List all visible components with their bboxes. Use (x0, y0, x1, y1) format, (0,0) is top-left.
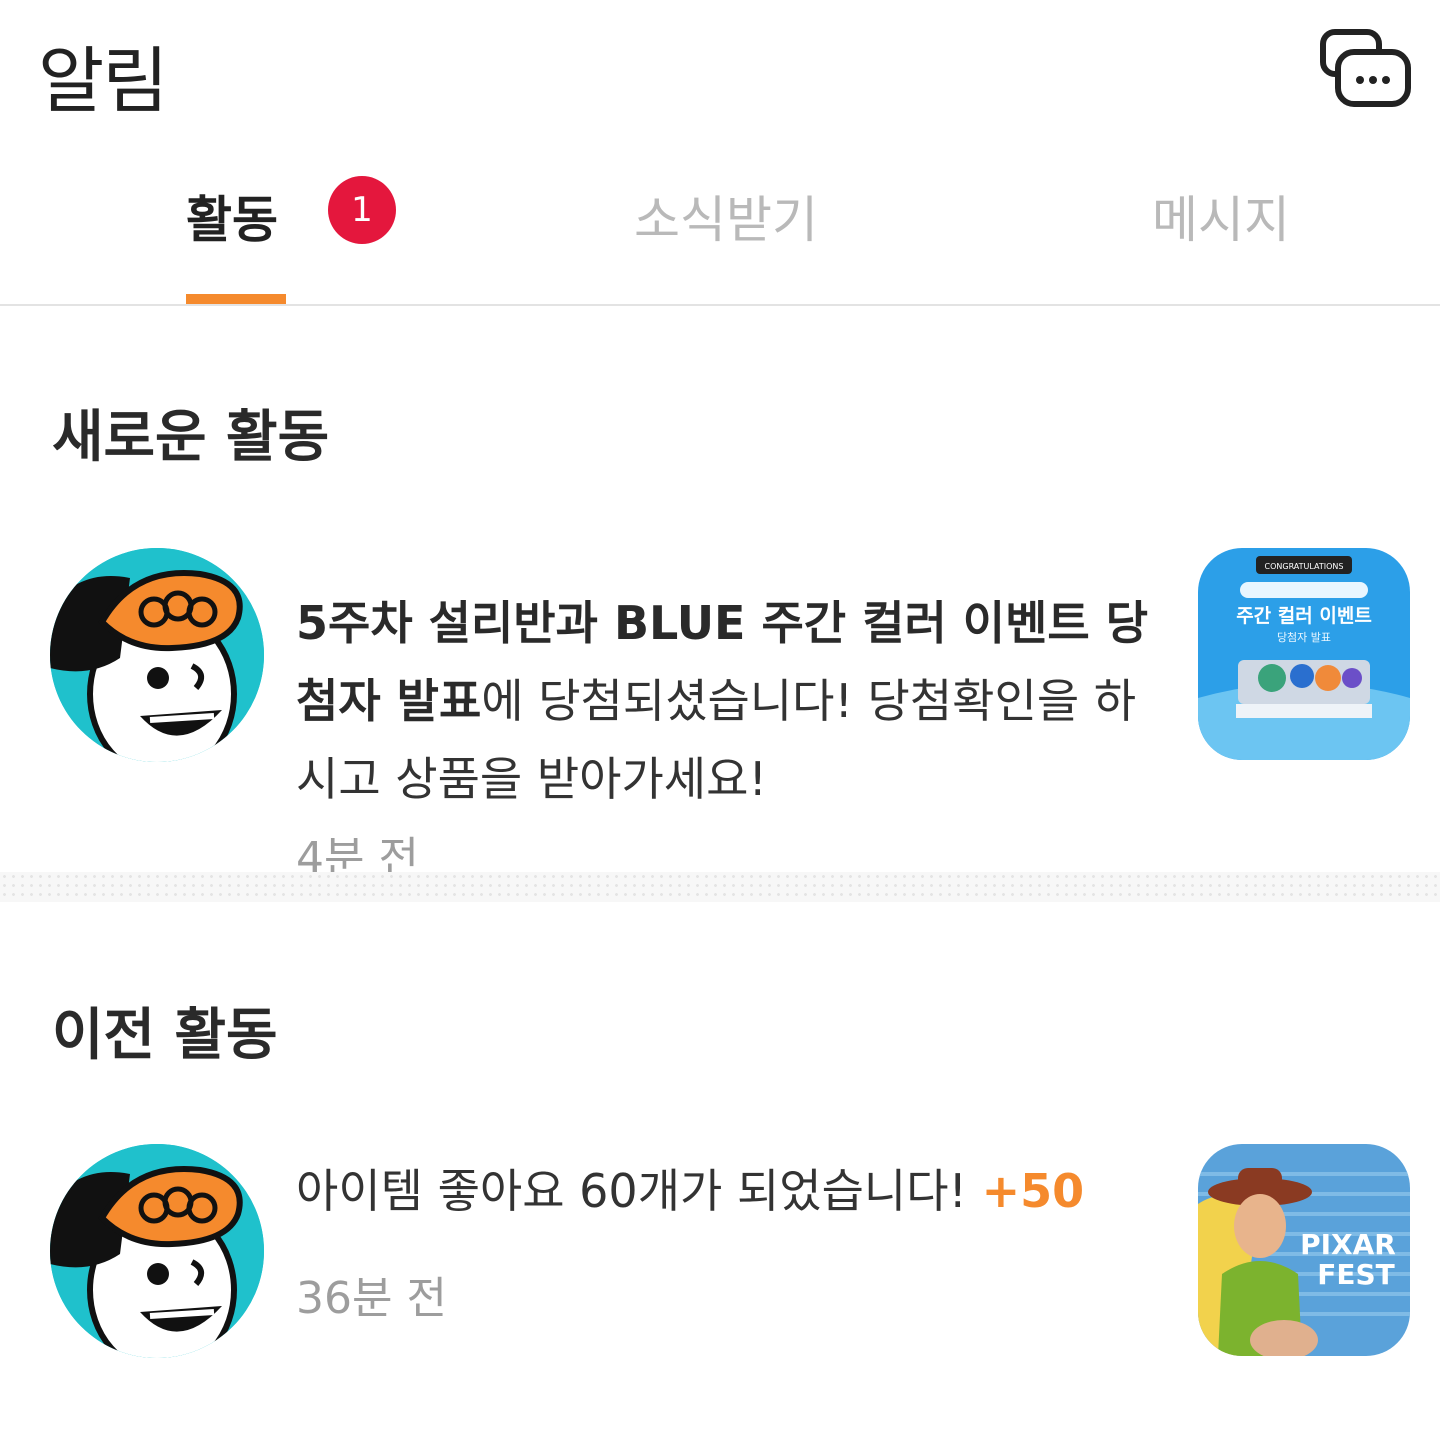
tab-messages[interactable]: 메시지 (1152, 180, 1290, 252)
section-title-new: 새로운 활동 (52, 405, 330, 470)
tab-bar: 활동 1 소식받기 메시지 (0, 150, 1440, 306)
section-divider (0, 872, 1440, 902)
notification-message: 5주차 설리반과 BLUE 주간 컬러 이벤트 당첨자 발표에 당첨되셨습니다!… (296, 584, 1176, 818)
notification-time: 36분 전 (296, 1273, 447, 1324)
avatar (50, 548, 264, 762)
item-thumbnail[interactable]: PIXAR FEST (1198, 1144, 1410, 1356)
notification-body: 아이템 좋아요 60개가 되었습니다! (296, 1164, 967, 1218)
thumbnail-line1: PIXAR (1300, 1228, 1396, 1261)
thumbnail-top-label: CONGRATULATIONS (1265, 562, 1344, 571)
thumbnail-title: 주간 컬러 이벤트 (1236, 605, 1372, 627)
page-title: 알림 (38, 39, 168, 123)
chat-bubbles-icon[interactable] (1318, 26, 1414, 110)
activity-count-badge: 1 (328, 176, 396, 244)
thumbnail-subtitle: 당첨자 발표 (1277, 631, 1331, 644)
section-title-previous: 이전 활동 (52, 1003, 278, 1068)
notification-message: 아이템 좋아요 60개가 되었습니다! +50 (296, 1152, 1176, 1230)
active-tab-indicator (186, 294, 286, 304)
avatar (50, 1144, 264, 1358)
points-earned: +50 (981, 1164, 1085, 1218)
thumbnail-line2: FEST (1317, 1258, 1395, 1291)
event-thumbnail[interactable]: CONGRATULATIONS 주간 컬러 이벤트 당첨자 발표 (1198, 548, 1410, 760)
tab-activity[interactable]: 활동 (186, 180, 278, 252)
header: 알림 (0, 0, 1440, 140)
tab-subscriptions[interactable]: 소식받기 (634, 180, 818, 252)
